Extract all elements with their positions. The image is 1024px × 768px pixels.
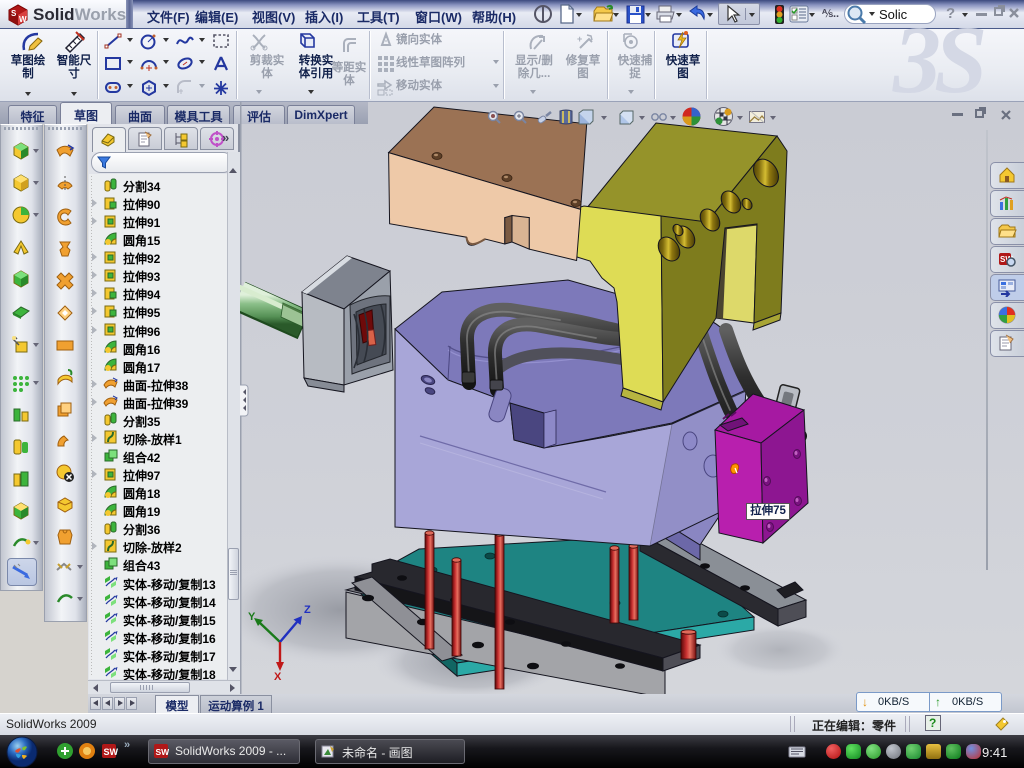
svg-text:Y: Y bbox=[248, 611, 256, 623]
svg-text:+: + bbox=[577, 34, 582, 44]
svg-text:SW: SW bbox=[156, 747, 170, 757]
svg-text:S: S bbox=[11, 9, 17, 18]
svg-text:SW: SW bbox=[104, 747, 119, 757]
svg-text:Z: Z bbox=[304, 604, 311, 616]
svg-text:X: X bbox=[274, 671, 282, 680]
svg-text:W: W bbox=[19, 15, 27, 24]
